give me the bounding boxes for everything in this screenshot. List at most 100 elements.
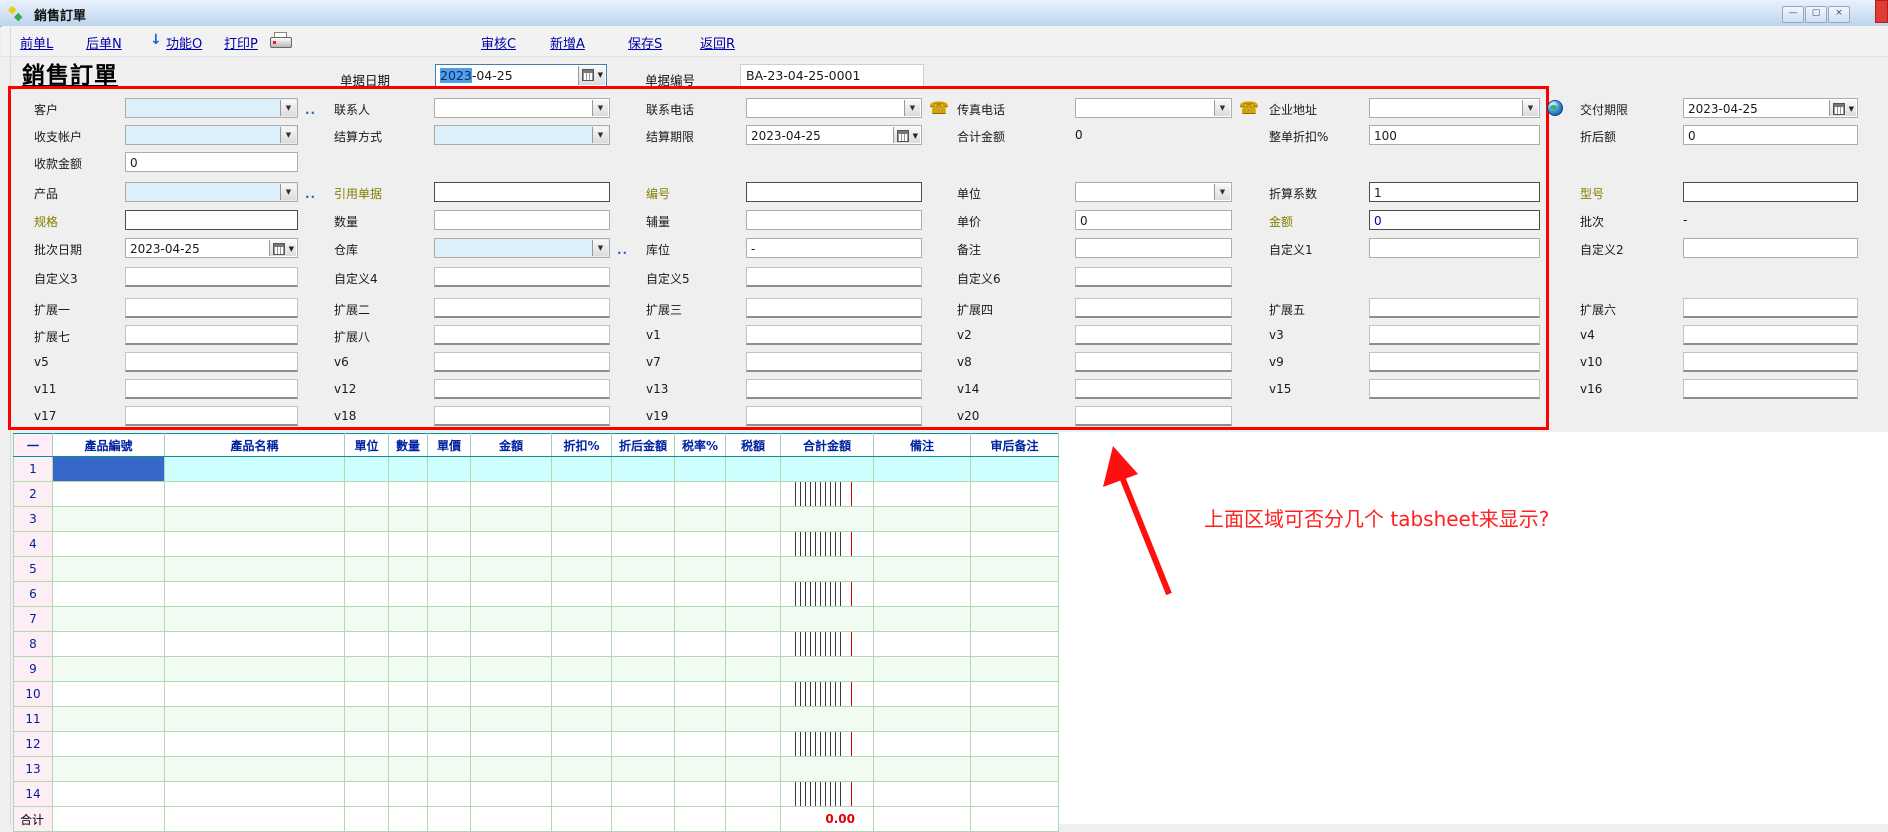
grid-cell[interactable] (428, 457, 471, 482)
chevron-down-icon[interactable]: ▼ (1214, 184, 1230, 200)
grid-cell[interactable] (874, 507, 971, 532)
grid-cell[interactable] (471, 582, 552, 607)
grid-cell[interactable] (971, 507, 1059, 532)
grid-cell[interactable] (726, 507, 781, 532)
dropdown-field[interactable]: ▼ (125, 98, 298, 118)
text-field[interactable] (746, 182, 922, 202)
grid-cell[interactable] (389, 507, 428, 532)
chevron-down-icon[interactable]: ▼ (592, 127, 608, 143)
text-field[interactable] (434, 325, 610, 345)
date-picker-button[interactable]: ▼ (1829, 100, 1856, 116)
grid-cell[interactable] (971, 582, 1059, 607)
grid-cell[interactable] (428, 732, 471, 757)
row-number-cell[interactable]: 5 (14, 557, 53, 582)
grid-cell[interactable] (874, 632, 971, 657)
row-number-cell[interactable]: 13 (14, 757, 53, 782)
doc-date-picker-button[interactable]: ▼ (578, 66, 605, 85)
chevron-down-icon[interactable]: ▼ (904, 100, 920, 116)
more-link[interactable]: .. (305, 103, 316, 117)
grid-cell[interactable] (345, 657, 389, 682)
text-field[interactable] (434, 267, 610, 287)
grid-cell[interactable] (552, 532, 612, 557)
row-number-cell[interactable]: 12 (14, 732, 53, 757)
grid-cell[interactable] (971, 732, 1059, 757)
grid-cell[interactable] (345, 507, 389, 532)
grid-cell[interactable] (345, 482, 389, 507)
grid-cell[interactable] (428, 507, 471, 532)
text-field[interactable]: 0 (1683, 125, 1858, 145)
grid-cell[interactable] (165, 557, 345, 582)
grid-cell[interactable] (471, 532, 552, 557)
grid-cell[interactable] (874, 732, 971, 757)
grid-cell[interactable] (971, 482, 1059, 507)
phone-icon[interactable]: ☎ (1239, 98, 1259, 117)
grid-cell[interactable] (971, 757, 1059, 782)
text-field[interactable] (1369, 298, 1540, 318)
chevron-down-icon[interactable]: ▼ (1522, 100, 1538, 116)
grid-cell[interactable] (781, 782, 874, 807)
date-field[interactable]: 2023-04-25▼ (1683, 98, 1858, 118)
chevron-down-icon[interactable]: ▼ (592, 240, 608, 256)
text-field[interactable] (1075, 267, 1232, 287)
grid-cell[interactable] (971, 557, 1059, 582)
grid-cell[interactable] (612, 507, 675, 532)
grid-cell[interactable] (971, 682, 1059, 707)
return-link[interactable]: 返回R (700, 33, 735, 52)
grid-cell[interactable] (165, 657, 345, 682)
grid-cell[interactable] (552, 757, 612, 782)
text-field[interactable] (125, 298, 298, 318)
grid-cell[interactable] (675, 707, 726, 732)
grid-cell[interactable] (874, 707, 971, 732)
save-link[interactable]: 保存S (628, 33, 662, 52)
row-number-cell[interactable]: 10 (14, 682, 53, 707)
grid-cell[interactable] (428, 707, 471, 732)
grid-cell[interactable] (471, 482, 552, 507)
printer-icon[interactable] (270, 32, 292, 48)
chevron-down-icon[interactable]: ▼ (280, 184, 296, 200)
grid-cell[interactable] (552, 682, 612, 707)
text-field[interactable] (1683, 352, 1858, 372)
dropdown-field[interactable]: ▼ (1075, 98, 1232, 118)
grid-cell[interactable] (471, 457, 552, 482)
grid-cell[interactable] (874, 532, 971, 557)
grid-cell[interactable] (612, 482, 675, 507)
grid-cell[interactable] (389, 632, 428, 657)
grid-cell[interactable] (781, 757, 874, 782)
grid-cell[interactable] (726, 532, 781, 557)
grid-cell[interactable] (675, 532, 726, 557)
text-field[interactable] (746, 406, 922, 426)
grid-cell[interactable] (471, 507, 552, 532)
new-link[interactable]: 新增A (550, 33, 585, 52)
grid-cell[interactable] (165, 632, 345, 657)
grid-cell[interactable] (971, 707, 1059, 732)
grid-cell[interactable] (53, 757, 165, 782)
row-number-cell[interactable]: 14 (14, 782, 53, 807)
text-field[interactable] (1683, 182, 1858, 202)
row-number-cell[interactable]: 6 (14, 582, 53, 607)
text-field[interactable] (1075, 352, 1232, 372)
text-field[interactable] (1683, 325, 1858, 345)
prev-doc-link[interactable]: 前单L (20, 33, 53, 52)
text-field[interactable] (1075, 379, 1232, 399)
grid-cell[interactable] (389, 757, 428, 782)
grid-cell[interactable] (675, 457, 726, 482)
grid-cell[interactable] (874, 657, 971, 682)
grid-cell[interactable] (612, 557, 675, 582)
grid-cell[interactable] (612, 457, 675, 482)
grid-cell[interactable] (471, 632, 552, 657)
grid-cell[interactable] (165, 757, 345, 782)
grid-cell[interactable] (471, 732, 552, 757)
grid-cell[interactable] (781, 532, 874, 557)
grid-cell[interactable] (612, 582, 675, 607)
grid-cell[interactable] (781, 657, 874, 682)
text-field[interactable]: 0 (1369, 210, 1540, 230)
text-field[interactable] (125, 267, 298, 287)
close-button[interactable]: × (1828, 6, 1850, 23)
grid-cell[interactable] (781, 457, 874, 482)
text-field[interactable] (746, 325, 922, 345)
grid-cell[interactable] (552, 782, 612, 807)
grid-cell[interactable] (428, 607, 471, 632)
grid-cell[interactable] (471, 657, 552, 682)
grid-cell[interactable] (471, 707, 552, 732)
functions-link[interactable]: 功能O (166, 33, 202, 52)
